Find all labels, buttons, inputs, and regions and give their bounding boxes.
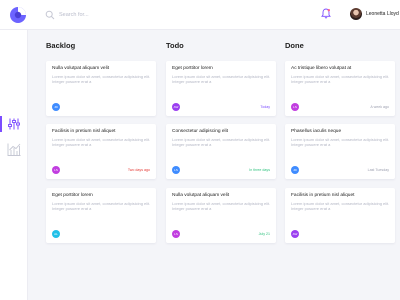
card-status: A week ago <box>370 105 389 109</box>
user-name[interactable]: Leonetta Lloyd <box>366 11 399 17</box>
column-title-done: Done <box>285 41 304 50</box>
avatar: AL <box>52 230 60 238</box>
card-description: Lorem ipsum dolor sit amet, consectetur … <box>52 201 151 212</box>
card-description: Lorem ipsum dolor sit amet, consectetur … <box>291 74 390 85</box>
card-description: Lorem ipsum dolor sit amet, consectetur … <box>291 201 390 212</box>
settings-sliders-icon[interactable] <box>7 118 21 130</box>
avatar: LS <box>172 166 180 174</box>
task-card[interactable]: Phasellus iaculis neque Lorem ipsum dolo… <box>285 124 395 179</box>
card-status: Last Tuesday <box>367 168 389 172</box>
sidebar <box>0 30 28 300</box>
top-bar: Leonetta Lloyd <box>0 0 400 30</box>
card-title: Facilisis in pretium nisl aliquet <box>291 193 355 198</box>
avatar: LS <box>172 230 180 238</box>
sidebar-active-indicator <box>0 116 2 132</box>
card-status: July 21 <box>258 232 270 236</box>
bell-icon[interactable] <box>321 8 331 19</box>
card-status: Two days ago <box>127 168 150 172</box>
card-status: Today <box>260 105 270 109</box>
avatar[interactable] <box>350 8 362 20</box>
column-title-todo: Todo <box>166 41 184 50</box>
avatar: AW <box>291 230 299 238</box>
card-description: Lorem ipsum dolor sit amet, consectetur … <box>52 74 151 85</box>
card-description: Lorem ipsum dolor sit amet, consectetur … <box>172 74 271 85</box>
avatar: LS <box>52 166 60 174</box>
card-title: Eget porttitor lorem <box>52 193 93 198</box>
logo-icon[interactable] <box>9 6 27 24</box>
card-title: Facilisis in pretium nisl aliquet <box>52 129 116 134</box>
avatar: LS <box>291 103 299 111</box>
task-card[interactable]: Nulla volutpat aliquam velit Lorem ipsum… <box>166 188 276 243</box>
task-card[interactable]: Facilisis in pretium nisl aliquet Lorem … <box>285 188 395 243</box>
card-title: Phasellus iaculis neque <box>291 129 342 134</box>
card-title: Consectetur adipiscing elit <box>172 129 228 134</box>
column-title-backlog: Backlog <box>46 41 76 50</box>
avatar: JD <box>52 103 60 111</box>
card-description: Lorem ipsum dolor sit amet, consectetur … <box>291 137 390 148</box>
task-card[interactable]: Eget porttitor lorem Lorem ipsum dolor s… <box>46 188 156 243</box>
task-card[interactable]: Nulla volutpat aliquam velit Lorem ipsum… <box>46 61 156 116</box>
card-title: Ac tristique libero volutpat at <box>291 66 352 71</box>
task-card[interactable]: Ac tristique libero volutpat at Lorem ip… <box>285 61 395 116</box>
card-description: Lorem ipsum dolor sit amet, consectetur … <box>172 137 271 148</box>
card-title: Eget porttitor lorem <box>172 66 213 71</box>
task-card[interactable]: Eget porttitor lorem Lorem ipsum dolor s… <box>166 61 276 116</box>
card-description: Lorem ipsum dolor sit amet, consectetur … <box>52 137 151 148</box>
card-status: In three days <box>249 168 270 172</box>
task-card[interactable]: Consectetur adipiscing elit Lorem ipsum … <box>166 124 276 179</box>
card-title: Nulla volutpat aliquam velit <box>172 193 230 198</box>
search-icon <box>45 10 55 20</box>
task-card[interactable]: Facilisis in pretium nisl aliquet Lorem … <box>46 124 156 179</box>
card-description: Lorem ipsum dolor sit amet, consectetur … <box>172 201 271 212</box>
avatar: JD <box>291 166 299 174</box>
search-input[interactable] <box>59 8 179 22</box>
avatar: AW <box>172 103 180 111</box>
card-title: Nulla volutpat aliquam velit <box>52 66 110 71</box>
bar-chart-icon[interactable] <box>7 143 21 156</box>
